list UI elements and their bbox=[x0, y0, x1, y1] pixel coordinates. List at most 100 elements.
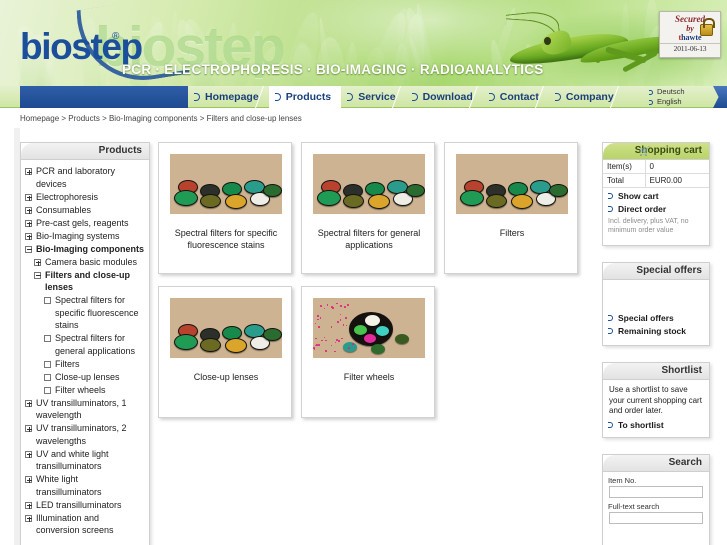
nav-bullet-icon bbox=[412, 93, 418, 101]
nav-item-download[interactable]: Download bbox=[406, 86, 483, 108]
shopping-cart-panel: 🛒 Shopping cart Item(s) 0 Total EUR0.00 Sho… bbox=[602, 142, 710, 246]
sidebar-item-illumination-and-conversion-screens[interactable]: Illumination and conversion screens bbox=[25, 512, 145, 537]
nav-item-label: Homepage bbox=[205, 91, 259, 103]
page-body: Products PCR and laboratory devices Elect… bbox=[0, 128, 727, 545]
sidebar-item-label: Spectral filters for general application… bbox=[55, 332, 145, 357]
cart-row: Total EUR0.00 bbox=[603, 174, 709, 188]
sidebar-item-label: UV transilluminators, 2 wavelengths bbox=[36, 422, 145, 447]
filter-discs-photo bbox=[170, 154, 282, 214]
cart-row-key: Item(s) bbox=[603, 160, 645, 174]
sidebar-item-pcr-and-laboratory-devices[interactable]: PCR and laboratory devices bbox=[25, 165, 145, 190]
sidebar-item-bio-imaging-systems[interactable]: Bio-Imaging systems bbox=[25, 230, 145, 243]
product-card-caption: Close-up lenses bbox=[165, 371, 287, 383]
shortlist-link-to-shortlist[interactable]: To shortlist bbox=[603, 417, 709, 430]
breadcrumb-separator: > bbox=[100, 114, 109, 123]
product-card[interactable]: Spectral filters for specific fluorescen… bbox=[158, 142, 292, 274]
cart-row-key: Total bbox=[603, 174, 645, 188]
product-card[interactable]: Filters bbox=[444, 142, 578, 274]
item-no-input[interactable] bbox=[609, 486, 703, 498]
leaf-box-icon[interactable] bbox=[44, 374, 51, 381]
offers-links: Special offers Remaining stock bbox=[603, 310, 709, 336]
sidebar-item-pre-cast-gels-reagents[interactable]: Pre-cast gels, reagents bbox=[25, 217, 145, 230]
filter-wheel-photo bbox=[313, 298, 425, 358]
offers-link-special-offers[interactable]: Special offers bbox=[603, 310, 709, 323]
expand-plus-icon[interactable] bbox=[25, 168, 32, 175]
breadcrumb-item[interactable]: Bio-Imaging components bbox=[109, 114, 198, 123]
sidebar-item-filters[interactable]: Filters bbox=[25, 358, 145, 371]
expand-plus-icon[interactable] bbox=[34, 259, 41, 266]
sidebar-title: Products bbox=[21, 143, 149, 160]
sidebar-item-close-up-lenses[interactable]: Close-up lenses bbox=[25, 371, 145, 384]
offers-link-remaining-stock[interactable]: Remaining stock bbox=[603, 323, 709, 336]
nav-item-contact[interactable]: Contact bbox=[483, 86, 549, 108]
sidebar-item-electrophoresis[interactable]: Electrophoresis bbox=[25, 191, 145, 204]
sidebar-item-led-transilluminators[interactable]: LED transilluminators bbox=[25, 499, 145, 512]
expand-plus-icon[interactable] bbox=[25, 515, 32, 522]
link-label: Direct order bbox=[618, 204, 666, 214]
cart-note: Incl. delivery, plus VAT, no minimum ord… bbox=[603, 214, 709, 235]
collapse-minus-icon[interactable] bbox=[34, 272, 41, 279]
expand-plus-icon[interactable] bbox=[25, 425, 32, 432]
sidebar-item-consumables[interactable]: Consumables bbox=[25, 204, 145, 217]
language-option-english[interactable]: English bbox=[649, 97, 711, 107]
expand-plus-icon[interactable] bbox=[25, 400, 32, 407]
expand-plus-icon[interactable] bbox=[25, 220, 32, 227]
sidebar-item-uv-transilluminators-1-wavelength[interactable]: UV transilluminators, 1 wavelength bbox=[25, 397, 145, 422]
leaf-box-icon[interactable] bbox=[44, 297, 51, 304]
breadcrumb-item[interactable]: Homepage bbox=[20, 114, 59, 123]
special-offers-panel: Special offers Special offers Remaining s… bbox=[602, 262, 710, 346]
product-card[interactable]: Filter wheels bbox=[301, 286, 435, 418]
nav-item-company[interactable]: Company bbox=[549, 86, 624, 108]
expand-plus-icon[interactable] bbox=[25, 233, 32, 240]
shortlist-title: Shortlist bbox=[603, 363, 709, 380]
sidebar-item-uv-transilluminators-2-wavelengths[interactable]: UV transilluminators, 2 wavelengths bbox=[25, 422, 145, 447]
cart-link-direct-order[interactable]: Direct order bbox=[603, 201, 709, 214]
sidebar-item-bio-imaging-components[interactable]: Bio-Imaging components bbox=[25, 243, 145, 256]
thawte-security-seal[interactable]: Secured by thawte 2011-06-13 bbox=[659, 11, 721, 58]
nav-item-label: Company bbox=[566, 91, 614, 103]
nav-item-products[interactable]: Products bbox=[269, 86, 342, 108]
nav-item-label: Download bbox=[423, 91, 473, 103]
sidebar-item-label: Camera basic modules bbox=[45, 256, 145, 269]
sidebar-item-white-light-transilluminators[interactable]: White light transilluminators bbox=[25, 473, 145, 498]
breadcrumb-item[interactable]: Filters and close-up lenses bbox=[207, 114, 302, 123]
sidebar-item-uv-and-white-light-transilluminators[interactable]: UV and white light transilluminators bbox=[25, 448, 145, 473]
expand-plus-icon[interactable] bbox=[25, 207, 32, 214]
sidebar-item-spectral-filters-for-general-applications[interactable]: Spectral filters for general application… bbox=[25, 332, 145, 357]
expand-plus-icon[interactable] bbox=[25, 451, 32, 458]
leaf-box-icon[interactable] bbox=[44, 361, 51, 368]
sidebar-item-spectral-filters-for-specific-fluorescence-stains[interactable]: Spectral filters for specific fluorescen… bbox=[25, 294, 145, 332]
offers-title: Special offers bbox=[603, 263, 709, 280]
nav-bullet-icon bbox=[649, 90, 653, 95]
sidebar-item-label: Filters bbox=[55, 358, 145, 371]
link-bullet-icon bbox=[608, 193, 613, 199]
cart-link-show-cart[interactable]: Show cart bbox=[603, 188, 709, 201]
sidebar-item-filter-wheels[interactable]: Filter wheels bbox=[25, 384, 145, 397]
shortlist-links: To shortlist bbox=[603, 417, 709, 430]
product-card[interactable]: Close-up lenses bbox=[158, 286, 292, 418]
nav-bullet-icon bbox=[347, 93, 353, 101]
language-option-deutsch[interactable]: Deutsch bbox=[649, 87, 711, 97]
nav-item-label: Products bbox=[286, 91, 332, 103]
sidebar-item-label: Filter wheels bbox=[55, 384, 145, 397]
product-grid: Spectral filters for specific fluorescen… bbox=[158, 142, 588, 542]
filter-discs-photo bbox=[313, 154, 425, 214]
sidebar-item-label: PCR and laboratory devices bbox=[36, 165, 145, 190]
sidebar-item-label: LED transilluminators bbox=[36, 499, 145, 512]
expand-plus-icon[interactable] bbox=[25, 476, 32, 483]
breadcrumb-item[interactable]: Products bbox=[68, 114, 100, 123]
expand-plus-icon[interactable] bbox=[25, 502, 32, 509]
product-card[interactable]: Spectral filters for general application… bbox=[301, 142, 435, 274]
sidebar-item-filters-and-close-up-lenses[interactable]: Filters and close-up lenses bbox=[25, 269, 145, 294]
leaf-box-icon[interactable] bbox=[44, 387, 51, 394]
cart-summary-table: Item(s) 0 Total EUR0.00 bbox=[603, 160, 709, 188]
nav-item-homepage[interactable]: Homepage bbox=[188, 86, 269, 108]
nav-items: Homepage Products Service Download Contact Co… bbox=[188, 86, 624, 108]
sidebar-item-camera-basic-modules[interactable]: Camera basic modules bbox=[25, 256, 145, 269]
leaf-box-icon[interactable] bbox=[44, 335, 51, 342]
expand-plus-icon[interactable] bbox=[25, 194, 32, 201]
nav-item-service[interactable]: Service bbox=[341, 86, 405, 108]
product-card-caption: Filters bbox=[451, 227, 573, 239]
full-text-search-input[interactable] bbox=[609, 512, 703, 524]
collapse-minus-icon[interactable] bbox=[25, 246, 32, 253]
